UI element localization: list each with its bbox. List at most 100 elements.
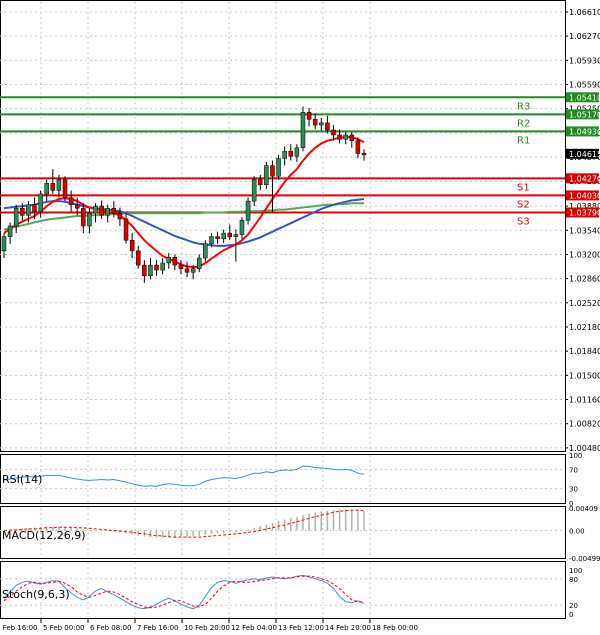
price-tick-label: 1.01160 xyxy=(569,396,600,405)
price-axis: 1.066101.062701.059301.055901.052501.049… xyxy=(565,8,600,453)
candle-body xyxy=(251,179,257,202)
candle-body xyxy=(190,268,196,273)
candle-body xyxy=(221,232,226,240)
rsi-panel-frame xyxy=(0,454,566,504)
candle-body xyxy=(50,183,56,191)
candle-body xyxy=(312,119,318,126)
level-name-r3: R3 xyxy=(517,101,530,112)
time-tick-label: 18 Feb 00:00 xyxy=(372,624,418,632)
level-price-label: 1.04270 xyxy=(569,174,600,183)
candle-body xyxy=(160,262,165,271)
candle-body xyxy=(74,204,80,209)
main-panel: 1.066101.062701.059301.055901.052501.049… xyxy=(0,0,600,453)
price-tick-label: 1.05590 xyxy=(569,80,600,89)
candle-body xyxy=(32,204,37,213)
candle-body xyxy=(264,165,269,186)
price-tick-label: 1.01840 xyxy=(569,347,600,356)
level-price-label: 1.04930 xyxy=(569,127,600,136)
candle-body xyxy=(99,205,104,216)
ma-slow-line xyxy=(3,202,364,231)
level-name-r1: R1 xyxy=(517,135,530,146)
price-tick-label: 1.02520 xyxy=(569,299,600,308)
candle-body xyxy=(300,111,306,149)
candle-body xyxy=(123,218,129,241)
rsi-tick-label: 30 xyxy=(569,486,578,494)
candle-body xyxy=(13,207,19,227)
candle-body xyxy=(105,207,110,216)
stoch-title: Stoch(9,6,3) xyxy=(2,588,70,601)
candle-body xyxy=(209,236,214,245)
candle-body xyxy=(93,205,98,214)
price-tick-label: 1.03200 xyxy=(569,250,600,259)
time-tick-label: 6 Feb 08:00 xyxy=(90,624,131,632)
candle-body xyxy=(343,134,348,140)
rsi-title: RSI(14) xyxy=(2,473,42,486)
rsi-axis: 10070300 xyxy=(569,452,582,508)
candle-body xyxy=(306,111,312,120)
candle-body xyxy=(1,236,7,252)
candle-body xyxy=(44,183,49,195)
candle-body xyxy=(270,165,275,177)
candle-body xyxy=(215,236,220,240)
stoch-axis: 10080 200 xyxy=(569,567,582,619)
price-tick-label: 1.03540 xyxy=(569,226,600,235)
candle-body xyxy=(288,151,294,157)
candle-body xyxy=(203,243,208,259)
candle-body xyxy=(178,264,184,269)
candle-body xyxy=(355,140,361,154)
candle-body xyxy=(7,225,13,237)
stoch-tick-label: 0 xyxy=(569,611,573,619)
candle-body xyxy=(87,212,92,227)
level-name-r2: R2 xyxy=(517,118,530,129)
current-price-label: 1.04615 xyxy=(569,150,600,159)
candle-body xyxy=(227,232,233,237)
level-price-label: 1.04030 xyxy=(569,191,600,200)
candle-body xyxy=(129,239,135,252)
candle-body xyxy=(337,134,342,140)
candle-body xyxy=(325,122,330,131)
macd-tick-label: -0.004997 xyxy=(569,555,600,563)
candle-body xyxy=(154,264,159,271)
candle-body xyxy=(68,197,74,205)
candle-body xyxy=(331,129,336,136)
candle-body xyxy=(294,147,300,157)
candle-body xyxy=(349,134,355,141)
candle-body xyxy=(117,212,123,220)
rsi-tick-label: 70 xyxy=(569,466,578,474)
level-name-s1: S1 xyxy=(517,182,530,193)
candle-body xyxy=(38,193,43,213)
candle-body xyxy=(184,268,190,273)
stoch-panel: 10080 200 Stoch(9,6,3) xyxy=(0,561,582,619)
candle-body xyxy=(56,179,62,191)
candle-body xyxy=(282,151,287,159)
price-tick-label: 1.02860 xyxy=(569,275,600,284)
stoch-panel-frame xyxy=(0,561,566,619)
price-tick-label: 1.06270 xyxy=(569,32,600,41)
time-tick-label: 10 Feb 20:00 xyxy=(184,624,230,632)
rsi-tick-label: 100 xyxy=(569,452,582,460)
time-tick-label: 4 Feb 16:00 xyxy=(0,624,37,632)
rsi-grid xyxy=(0,455,565,503)
level-price-label: 1.03790 xyxy=(569,208,600,217)
macd-tick-label: 0.00409 xyxy=(569,505,598,513)
time-tick-label: 13 Feb 12:00 xyxy=(278,624,324,632)
time-tick-label: 7 Feb 16:00 xyxy=(137,624,178,632)
time-tick-label: 5 Feb 00:00 xyxy=(43,624,84,632)
stoch-tick-label: 100 xyxy=(569,567,582,575)
candle-body xyxy=(166,257,171,264)
candle-body xyxy=(319,122,324,126)
price-tick-label: 1.00820 xyxy=(569,420,600,429)
price-tick-label: 1.06610 xyxy=(569,8,600,17)
price-tick-label: 1.02180 xyxy=(569,323,600,332)
candle-body xyxy=(148,264,153,277)
time-tick-label: 14 Feb 20:00 xyxy=(325,624,371,632)
candle-body xyxy=(258,179,263,186)
candle-body xyxy=(26,204,31,216)
time-axis: 4 Feb 16:00 5 Feb 00:00 6 Feb 08:00 7 Feb 1… xyxy=(0,619,418,632)
candle-body xyxy=(135,250,141,266)
candle-body xyxy=(20,207,25,216)
stoch-grid xyxy=(0,562,565,618)
candle-body xyxy=(276,158,281,177)
time-tick-label: 12 Feb 04:00 xyxy=(231,624,277,632)
level-name-s2: S2 xyxy=(517,199,530,210)
